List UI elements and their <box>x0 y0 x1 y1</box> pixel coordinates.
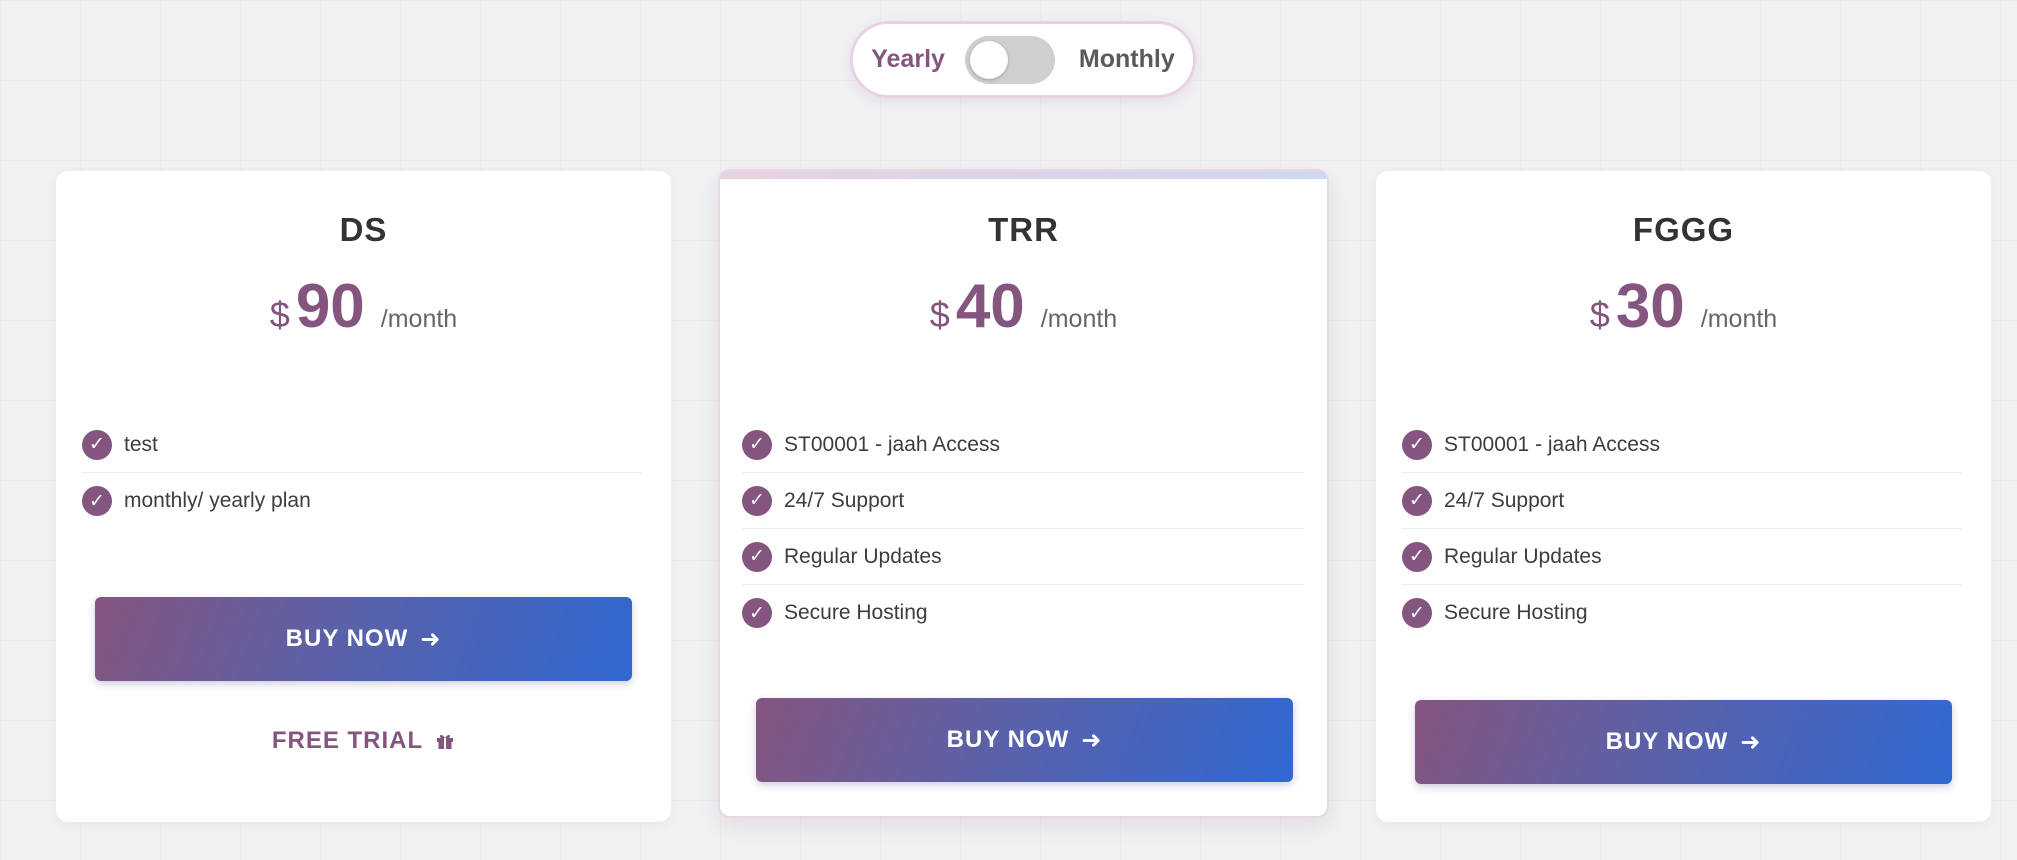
pricing-card-fggg: FGGG $ 30 /month ✓ ST00001 - jaah Access… <box>1376 171 1991 822</box>
feature-item: ✓ Secure Hosting <box>742 585 1304 641</box>
buy-now-label: BUY NOW <box>946 726 1070 753</box>
price-period: /month <box>1040 305 1118 333</box>
pricing-card-trr: TRR $ 40 /month ✓ ST00001 - jaah Access … <box>718 169 1329 818</box>
price-amount: 90 <box>295 272 365 341</box>
switch-knob[interactable] <box>969 40 1008 79</box>
feature-text: 24/7 Support <box>784 488 905 512</box>
arrow-right-icon: ➜ <box>1081 726 1103 754</box>
feature-text: Regular Updates <box>1444 544 1602 568</box>
price: $ 90 /month <box>56 271 671 342</box>
feature-item: ✓ monthly/ yearly plan <box>82 473 642 529</box>
plan-name: TRR <box>988 211 1059 248</box>
monthly-label[interactable]: Monthly <box>1079 45 1175 74</box>
price: $ 30 /month <box>1376 271 1991 342</box>
feature-text: ST00001 - jaah Access <box>784 432 1000 456</box>
feature-item: ✓ Regular Updates <box>1402 529 1962 585</box>
feature-text: Secure Hosting <box>1444 601 1588 624</box>
feature-item: ✓ Secure Hosting <box>1402 585 1962 641</box>
free-trial-link[interactable]: FREE TRIAL <box>56 727 671 755</box>
feature-text: monthly/ yearly plan <box>124 489 311 512</box>
feature-text: ST00001 - jaah Access <box>1444 432 1660 456</box>
arrow-right-icon: ➜ <box>1740 728 1762 756</box>
price-period: /month <box>1700 305 1778 333</box>
check-icon: ✓ <box>82 429 112 460</box>
check-icon: ✓ <box>1402 541 1432 572</box>
currency-symbol: $ <box>269 294 290 335</box>
price-amount: 30 <box>1615 272 1685 341</box>
free-trial-label: FREE TRIAL <box>271 727 424 754</box>
billing-toggle: Yearly Monthly <box>850 21 1196 98</box>
feature-text: Secure Hosting <box>784 601 928 624</box>
pricing-card-ds: DS $ 90 /month ✓ test ✓ monthly/ yearly … <box>56 171 671 822</box>
check-icon: ✓ <box>742 429 772 460</box>
check-icon: ✓ <box>742 598 772 628</box>
feature-item: ✓ test <box>82 417 642 473</box>
price-period: /month <box>380 305 458 333</box>
check-icon: ✓ <box>1402 429 1432 460</box>
price: $ 40 /month <box>720 271 1327 342</box>
check-icon: ✓ <box>1402 485 1432 516</box>
check-icon: ✓ <box>742 485 772 516</box>
feature-item: ✓ ST00001 - jaah Access <box>1402 417 1962 473</box>
buy-now-button[interactable]: BUY NOW ➜ <box>95 597 632 681</box>
feature-item: ✓ 24/7 Support <box>1402 473 1962 529</box>
feature-list: ✓ ST00001 - jaah Access ✓ 24/7 Support ✓… <box>1402 417 1962 641</box>
feature-text: test <box>124 432 158 456</box>
check-icon: ✓ <box>1402 598 1432 628</box>
check-icon: ✓ <box>82 486 112 516</box>
check-icon: ✓ <box>742 541 772 572</box>
currency-symbol: $ <box>1589 294 1610 335</box>
price-amount: 40 <box>955 272 1025 341</box>
feature-text: 24/7 Support <box>1444 488 1565 512</box>
yearly-label[interactable]: Yearly <box>871 45 945 74</box>
buy-now-label: BUY NOW <box>285 625 409 652</box>
feature-list: ✓ test ✓ monthly/ yearly plan <box>82 417 642 529</box>
feature-text: Regular Updates <box>784 544 942 568</box>
feature-list: ✓ ST00001 - jaah Access ✓ 24/7 Support ✓… <box>742 417 1304 641</box>
arrow-right-icon: ➜ <box>420 625 442 653</box>
currency-symbol: $ <box>929 294 950 335</box>
buy-now-button[interactable]: BUY NOW ➜ <box>1415 700 1952 784</box>
buy-now-label: BUY NOW <box>1605 728 1729 755</box>
feature-item: ✓ 24/7 Support <box>742 473 1304 529</box>
billing-switch[interactable] <box>964 35 1055 84</box>
plan-name: DS <box>339 211 388 248</box>
gift-icon <box>435 731 455 751</box>
feature-item: ✓ Regular Updates <box>742 529 1304 585</box>
plan-name: FGGG <box>1632 211 1735 248</box>
feature-item: ✓ ST00001 - jaah Access <box>742 417 1304 473</box>
buy-now-button[interactable]: BUY NOW ➜ <box>756 698 1293 782</box>
